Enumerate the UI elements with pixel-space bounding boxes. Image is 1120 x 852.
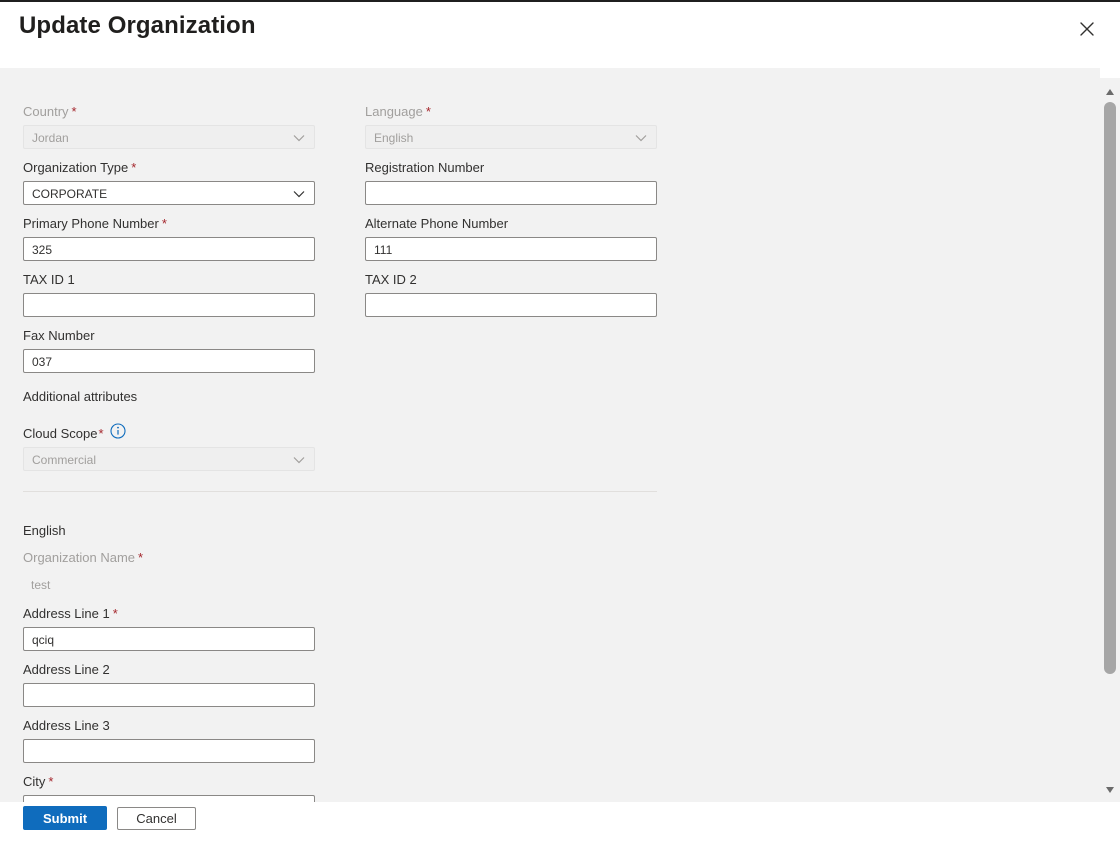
org-type-dropdown[interactable]: CORPORATE (23, 181, 315, 205)
address-line-3-label: Address Line 3 (23, 718, 110, 733)
tax-id-1-label: TAX ID 1 (23, 272, 75, 287)
chevron-down-icon (292, 453, 306, 467)
city-input[interactable] (23, 795, 315, 802)
address-line-1-label-text: Address Line 1 (23, 606, 110, 621)
primary-phone-label: Primary Phone Number * (23, 216, 167, 231)
caret-up-icon[interactable] (1105, 84, 1115, 95)
required-marker: * (71, 104, 77, 119)
required-marker: * (131, 160, 137, 175)
required-marker: * (425, 104, 431, 119)
primary-phone-input[interactable]: 325 (23, 237, 315, 261)
city-label: City * (23, 774, 53, 789)
address-line-2-input[interactable] (23, 683, 315, 707)
scrollbar-thumb[interactable] (1104, 102, 1116, 674)
required-marker: * (48, 774, 54, 789)
registration-number-input[interactable] (365, 181, 657, 205)
required-marker: * (98, 426, 104, 441)
form-content: Country * Jordan Language * English Organi… (0, 68, 1100, 802)
address-line-1-label: Address Line 1 * (23, 606, 118, 621)
country-label: Country * (23, 104, 77, 119)
org-name-label-text: Organization Name (23, 550, 135, 565)
language-value: English (374, 131, 414, 145)
country-dropdown[interactable]: Jordan (23, 125, 315, 149)
chevron-down-icon (292, 187, 306, 201)
cancel-button[interactable]: Cancel (117, 807, 196, 830)
additional-attributes-heading: Additional attributes (23, 389, 138, 404)
cloud-scope-value: Commercial (32, 453, 97, 467)
section-divider (23, 491, 657, 492)
cloud-scope-label: Cloud Scope* (23, 426, 104, 441)
country-value: Jordan (32, 131, 69, 145)
primary-phone-label-text: Primary Phone Number (23, 216, 159, 231)
caret-down-icon[interactable] (1105, 782, 1115, 793)
tax-id-1-input[interactable] (23, 293, 315, 317)
org-type-value: CORPORATE (32, 187, 108, 201)
country-label-text: Country (23, 104, 69, 119)
language-label-text: Language (365, 104, 423, 119)
registration-number-label: Registration Number (365, 160, 485, 175)
city-label-text: City (23, 774, 46, 789)
org-name-label: Organization Name * (23, 550, 143, 565)
cloud-scope-label-text: Cloud Scope (23, 426, 98, 441)
tax-id-2-input[interactable] (365, 293, 657, 317)
language-label: Language * (365, 104, 431, 119)
address-line-2-label: Address Line 2 (23, 662, 110, 677)
chevron-down-icon (292, 131, 306, 145)
dialog-footer: Submit Cancel (0, 802, 1120, 852)
address-line-3-input[interactable] (23, 739, 315, 763)
cloud-scope-dropdown[interactable]: Commercial (23, 447, 315, 471)
fax-number-label: Fax Number (23, 328, 95, 343)
info-icon[interactable] (109, 422, 127, 440)
address-line-1-input[interactable]: qciq (23, 627, 315, 651)
language-dropdown[interactable]: English (365, 125, 657, 149)
close-button[interactable] (1074, 16, 1100, 42)
submit-button[interactable]: Submit (23, 806, 107, 830)
org-type-label: Organization Type * (23, 160, 136, 175)
tax-id-2-label: TAX ID 2 (365, 272, 417, 287)
alternate-phone-input[interactable]: 111 (365, 237, 657, 261)
dialog-header: Update Organization (0, 2, 1120, 68)
update-organization-dialog: Update Organization Country * Jordan Lang… (0, 0, 1120, 852)
required-marker: * (138, 550, 144, 565)
org-type-label-text: Organization Type (23, 160, 129, 175)
alternate-phone-label: Alternate Phone Number (365, 216, 509, 231)
required-marker: * (161, 216, 167, 231)
required-marker: * (112, 606, 118, 621)
language-section-heading: English (23, 523, 66, 538)
vertical-scrollbar[interactable] (1100, 78, 1120, 802)
dialog-title: Update Organization (19, 12, 256, 39)
fax-number-input[interactable]: 037 (23, 349, 315, 373)
org-name-input[interactable]: test (23, 573, 315, 597)
chevron-down-icon (634, 131, 648, 145)
close-icon (1080, 22, 1094, 36)
